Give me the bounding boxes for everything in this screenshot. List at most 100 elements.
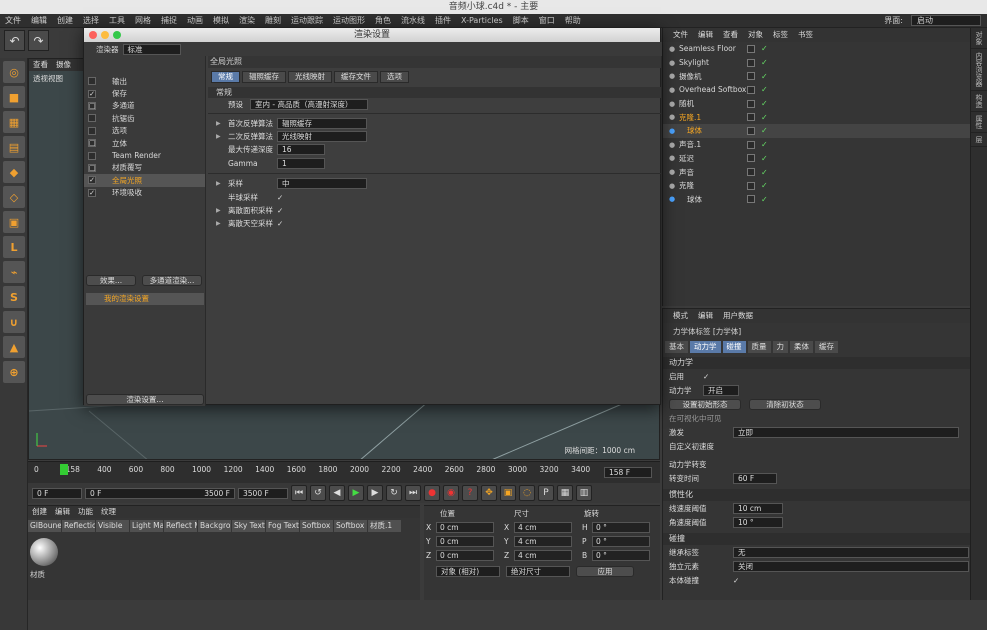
workplane-icon[interactable]: ▤ [3, 136, 25, 158]
zoom-window-icon[interactable] [113, 31, 121, 39]
prev-key-icon[interactable]: ↺ [310, 485, 326, 501]
menu-item-7[interactable]: 动画 [182, 15, 208, 26]
angular-threshold-field[interactable]: 10 ° [733, 516, 783, 528]
independent-dropdown[interactable]: 关闭 [733, 560, 969, 572]
object-enabled-check-icon[interactable]: ✓ [761, 58, 768, 67]
coord-value-field[interactable]: 0 ° [592, 521, 650, 533]
object-menu-3[interactable]: 对象 [748, 28, 763, 42]
object-visibility-toggle[interactable] [747, 140, 755, 149]
object-row[interactable]: ● Skylight ✓ [663, 56, 970, 70]
menu-item-15[interactable]: 插件 [430, 15, 456, 26]
material-item[interactable]: Visible [96, 520, 129, 532]
object-name[interactable]: 球体 [687, 194, 702, 205]
material-item[interactable]: 材质.1 [368, 520, 401, 532]
trigger-dropdown[interactable]: 立即 [733, 426, 959, 438]
material-item[interactable]: Softbox [300, 520, 333, 532]
menu-item-18[interactable]: 窗口 [534, 15, 560, 26]
axis-icon[interactable]: L [3, 236, 25, 258]
record-icon[interactable]: ● [424, 485, 440, 501]
object-visibility-toggle[interactable] [747, 168, 755, 177]
object-row[interactable]: ● 声音 ✓ [663, 165, 970, 179]
coord-value-field[interactable]: 0 cm [436, 535, 494, 547]
object-name[interactable]: 声音 [679, 167, 694, 178]
render-settings-item[interactable]: □ 材质覆写 [84, 162, 205, 174]
render-settings-checkbox[interactable] [88, 114, 96, 123]
current-frame-field[interactable]: 158 F [604, 467, 652, 478]
render-preset-item[interactable]: 我的渲染设置 [86, 293, 204, 305]
right-strip-tab[interactable]: 层 [971, 133, 987, 147]
coord-value-field[interactable]: 0 cm [436, 549, 494, 561]
object-menu-0[interactable]: 文件 [673, 28, 688, 42]
scale-key-icon[interactable]: ▣ [500, 485, 516, 501]
coord-value-field[interactable]: 0 ° [592, 535, 650, 547]
object-menu-5[interactable]: 书签 [798, 28, 813, 42]
menu-item-12[interactable]: 运动图形 [328, 15, 370, 26]
menu-item-13[interactable]: 角色 [370, 15, 396, 26]
end-frame-field[interactable]: 3500 F [238, 487, 288, 499]
discrete-area-checkbox[interactable]: ✓ [277, 206, 283, 215]
preset-dropdown[interactable]: 室内 - 高品质（高漫射深度） [250, 99, 368, 111]
render-settings-checkbox[interactable]: □ [88, 101, 96, 110]
play-icon[interactable]: ▶ [348, 485, 364, 501]
render-settings-checkbox[interactable]: □ [88, 163, 96, 172]
material-item[interactable]: Sky Text [232, 520, 265, 532]
enable-checkbox[interactable]: ✓ [703, 372, 709, 381]
close-window-icon[interactable] [89, 31, 97, 39]
render-settings-item[interactable]: 选项 [84, 125, 205, 137]
object-visibility-toggle[interactable] [747, 113, 755, 122]
material-item[interactable]: Backgro [198, 520, 231, 532]
menu-item-10[interactable]: 雕刻 [260, 15, 286, 26]
menu-item-11[interactable]: 运动跟踪 [286, 15, 328, 26]
object-row[interactable]: ● 声音.1 ✓ [663, 138, 970, 152]
next-key-icon[interactable]: ↻ [386, 485, 402, 501]
object-name[interactable]: Overhead Softbox [679, 85, 746, 94]
object-row[interactable]: ● 摄像机 ✓ [663, 69, 970, 83]
lock-icon[interactable]: ▲ [3, 336, 25, 358]
material-item[interactable]: Light Ma [130, 520, 163, 532]
coord-value-field[interactable]: 0 cm [436, 521, 494, 533]
material-menu-3[interactable]: 纹理 [101, 506, 116, 518]
object-visibility-toggle[interactable] [747, 85, 755, 94]
material-thumbnail[interactable] [30, 538, 58, 566]
object-row[interactable]: ● 球体 ✓ [663, 124, 970, 138]
right-strip-tab[interactable]: 属性 [971, 112, 987, 133]
gi-tab[interactable]: 选项 [380, 71, 409, 83]
object-enabled-check-icon[interactable]: ✓ [761, 154, 768, 163]
menu-item-16[interactable]: X-Particles [456, 16, 508, 25]
object-name[interactable]: Skylight [679, 58, 709, 67]
gi-tab[interactable]: 辐照缓存 [242, 71, 286, 83]
object-name[interactable]: 克隆.1 [679, 112, 701, 123]
object-menu-4[interactable]: 标签 [773, 28, 788, 42]
material-menu-1[interactable]: 编辑 [55, 506, 70, 518]
move-key-icon[interactable]: ✥ [481, 485, 497, 501]
redo-icon[interactable]: ↷ [28, 30, 49, 51]
render-settings-item[interactable]: □ 立体 [84, 137, 205, 149]
multipass-button[interactable]: 多通道渲染... [142, 275, 202, 286]
menu-item-4[interactable]: 工具 [104, 15, 130, 26]
attribute-tab[interactable]: 碰撞 [722, 341, 746, 353]
render-settings-checkbox[interactable]: ✓ [88, 176, 96, 185]
param-key-icon[interactable]: P [538, 485, 554, 501]
object-enabled-check-icon[interactable]: ✓ [761, 195, 768, 204]
renderer-dropdown[interactable]: 标准 [122, 43, 181, 55]
viewport-menu-1[interactable]: 摄像 [56, 59, 71, 71]
render-settings-checkbox[interactable] [88, 151, 96, 160]
model-mode-icon[interactable]: ■ [3, 86, 25, 108]
object-enabled-check-icon[interactable]: ✓ [761, 99, 768, 108]
start-frame-field[interactable]: 0 F [32, 487, 82, 499]
menu-item-3[interactable]: 选择 [78, 15, 104, 26]
points-mode-icon[interactable]: ◆ [3, 161, 25, 183]
coords-mode-dropdown[interactable]: 对象 (相对) [436, 565, 500, 577]
object-enabled-check-icon[interactable]: ✓ [761, 168, 768, 177]
undo-icon[interactable]: ↶ [4, 30, 25, 51]
next-frame-icon[interactable]: ▶ [367, 485, 383, 501]
object-enabled-check-icon[interactable]: ✓ [761, 44, 768, 53]
pla-key-icon[interactable]: ▦ [557, 485, 573, 501]
range-start-field[interactable]: 0 F 3500 F [85, 487, 235, 499]
self-collision-checkbox[interactable]: ✓ [733, 576, 739, 585]
attribute-menu-0[interactable]: 模式 [673, 309, 688, 323]
expand-arrow-icon[interactable]: ▶ [216, 207, 221, 214]
render-settings-checkbox[interactable]: □ [88, 139, 96, 148]
object-name[interactable]: 摄像机 [679, 71, 702, 82]
dynamics-dropdown[interactable]: 开启 [703, 384, 739, 396]
